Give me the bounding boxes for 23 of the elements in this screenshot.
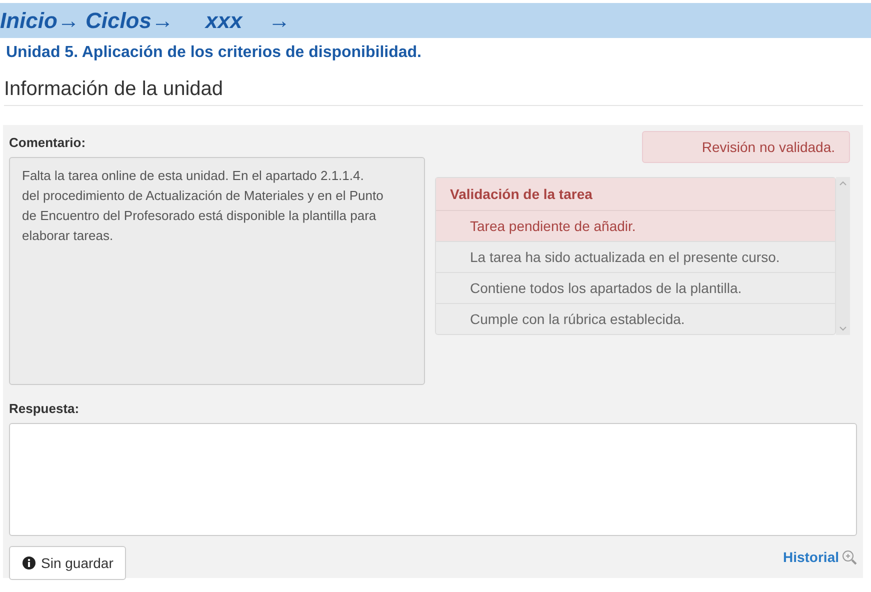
breadcrumb-link[interactable]: → (268, 8, 290, 34)
breadcrumb-link[interactable]: Inicio→ (0, 8, 80, 34)
validation-item: Cumple con la rúbrica establecida. (469, 310, 686, 329)
breadcrumb-link[interactable]: Ciclos→ (85, 8, 174, 34)
review-status: Revisión no validada. (642, 131, 850, 163)
section-heading: Información de la unidad (4, 78, 863, 106)
scroll-up-icon[interactable] (839, 180, 847, 186)
scrollbar[interactable] (836, 177, 850, 335)
history-link[interactable]: Historial (782, 549, 839, 565)
validation-item: La tarea ha sido actualizada en el presente curso. (436, 242, 835, 273)
validation-item: Contiene todos los apartados de la plantilla. (436, 273, 835, 304)
validation-title: Validación de la tarea (436, 178, 835, 211)
save-button[interactable]: Sin guardar (9, 546, 126, 580)
response-field[interactable] (9, 423, 857, 536)
info-icon (22, 556, 36, 570)
comment-label: Comentario: (9, 134, 87, 152)
response-label: Respuesta: (9, 400, 80, 418)
unit-title: Unidad 5. Aplicación de los criterios de disponibilidad. (5, 43, 422, 62)
validation-item: Tarea pendiente de añadir. (436, 211, 835, 242)
breadcrumb-link[interactable]: xxx (205, 8, 242, 34)
scroll-down-icon[interactable] (839, 326, 847, 332)
comment-box: Falta la tarea online de esta unidad. En el apartado 2.1.1.4. del procedimiento de Actualización de Materiales y en el Punto de Encuentro del Profesorado está disponible la plantilla para elaborar tareas. (9, 157, 425, 385)
zoom-in-icon[interactable] (842, 550, 857, 564)
